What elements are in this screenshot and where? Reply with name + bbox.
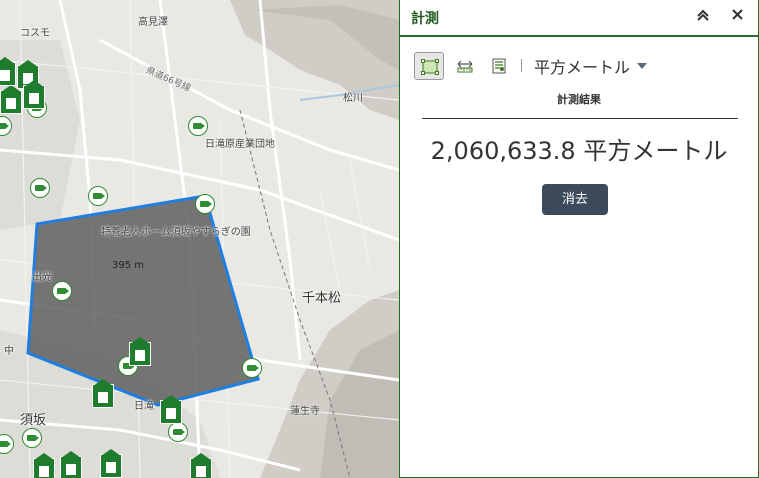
camera-marker-icon[interactable] (188, 116, 208, 136)
double-chevron-up-icon[interactable] (696, 8, 710, 26)
area-measure-button[interactable] (414, 52, 444, 80)
area-measure-icon (421, 59, 439, 75)
map-basemap (0, 0, 399, 478)
measurement-toolbar: 平方メートル (414, 52, 744, 80)
evacuation-marker-icon[interactable] (92, 384, 114, 408)
map-label: 日滝原産業団地 (205, 139, 275, 150)
distance-measure-icon (457, 60, 473, 73)
camera-marker-icon[interactable] (30, 178, 50, 198)
camera-marker-icon[interactable] (22, 428, 42, 448)
map-label: 日滝 (134, 401, 154, 412)
distance-measure-button[interactable] (450, 52, 480, 80)
panel-header: 計測 (400, 0, 758, 37)
evacuation-marker-icon[interactable] (129, 342, 151, 366)
map-view[interactable]: コスモ 高見澤 県道66号線 日滝原産業団地 特養老人ホーム須坂やすらぎの園 3… (0, 0, 399, 478)
camera-marker-icon[interactable] (168, 422, 188, 442)
clear-button[interactable]: 消去 (542, 184, 608, 215)
location-measure-icon (492, 58, 506, 74)
result-heading: 計測結果 (557, 93, 601, 106)
measurement-segment-label: 395 m (112, 260, 145, 271)
map-label: 特養老人ホーム須坂やすらぎの園 (101, 227, 251, 238)
camera-marker-icon[interactable] (242, 358, 262, 378)
evacuation-marker-icon[interactable] (60, 456, 82, 478)
map-label: 松川 (343, 93, 363, 104)
evacuation-marker-icon[interactable] (160, 400, 182, 424)
map-label: 高見澤 (138, 17, 168, 28)
evacuation-marker-icon[interactable] (190, 458, 212, 478)
evacuation-marker-icon[interactable] (0, 62, 16, 86)
evacuation-marker-icon[interactable] (33, 458, 55, 478)
measurement-panel: 計測 平方メートル 計測結果 2,060,633.8 平方メートル 消去 (399, 0, 759, 478)
evacuation-marker-icon[interactable] (0, 90, 22, 114)
map-label: 蓮生寺 (290, 406, 320, 417)
result-value: 2,060,633.8 平方メートル (430, 137, 728, 165)
map-label: コスモ (20, 28, 50, 39)
map-label: 出光 (32, 272, 52, 283)
chevron-down-icon[interactable] (637, 63, 647, 69)
evacuation-marker-icon[interactable] (100, 454, 122, 478)
evacuation-marker-icon[interactable] (23, 85, 45, 109)
map-label: 千本松 (302, 291, 342, 306)
toolbar-separator (521, 59, 522, 72)
camera-marker-icon[interactable] (195, 194, 215, 214)
result-divider (422, 118, 738, 119)
map-label: 中 (4, 346, 14, 357)
close-icon[interactable] (731, 8, 744, 25)
camera-marker-icon[interactable] (52, 281, 72, 301)
panel-title: 計測 (411, 11, 439, 27)
location-measure-button[interactable] (484, 52, 514, 80)
map-label: 須坂 (20, 413, 47, 428)
camera-marker-icon[interactable] (88, 186, 108, 206)
unit-dropdown[interactable]: 平方メートル (534, 54, 630, 78)
